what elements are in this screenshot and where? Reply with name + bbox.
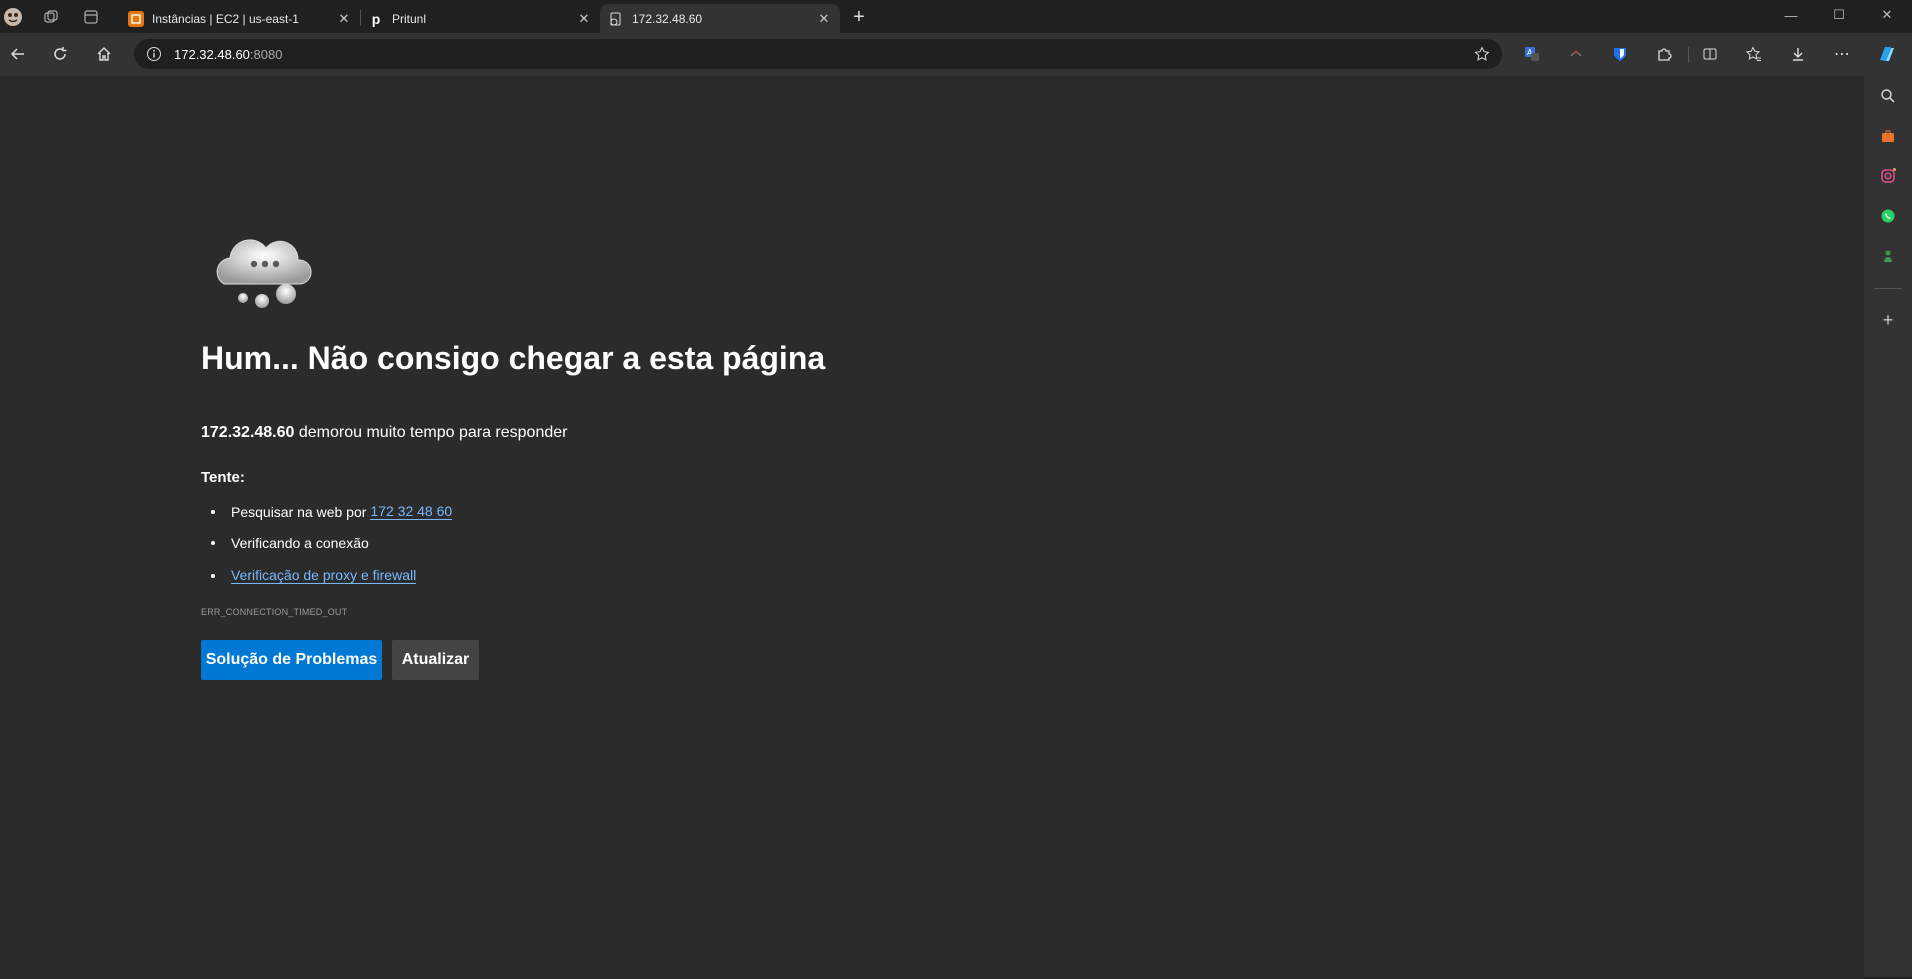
error-page-icon — [608, 11, 624, 27]
copilot-icon[interactable] — [1870, 38, 1902, 70]
tab-actions-icon[interactable] — [80, 6, 102, 28]
bullet — [211, 509, 215, 514]
title-bar: Instâncias | EC2 | us-east-1 ✕ p Pritunl… — [0, 0, 1912, 33]
error-host: 172.32.48.60 — [201, 424, 295, 441]
info-icon[interactable] — [146, 46, 162, 62]
favorite-star-icon[interactable] — [1474, 46, 1490, 62]
sidebar-divider — [1874, 288, 1902, 289]
suggestion-search: Pesquisar na web por 172 32 48 60 — [211, 503, 453, 520]
more-options-icon[interactable]: ⋯ — [1826, 38, 1858, 70]
toolbar: 172.32.48.60:8080 A ⋯ — [0, 33, 1912, 74]
search-link[interactable]: 172 32 48 60 — [370, 503, 453, 520]
suggestion-text: Pesquisar na web por — [231, 503, 367, 520]
error-message: demorou muito tempo para responder — [294, 424, 568, 441]
troubleshoot-button[interactable]: Solução de Problemas — [201, 640, 382, 680]
close-tab-icon[interactable]: ✕ — [814, 11, 834, 27]
favorites-icon[interactable] — [1738, 38, 1770, 70]
workspaces-icon[interactable] — [40, 6, 62, 28]
error-title: Hum... Não consigo chegar a esta página — [201, 340, 826, 376]
tools-briefcase-icon[interactable] — [1876, 124, 1900, 148]
translate-icon[interactable]: A — [1516, 38, 1548, 70]
error-code: ERR_CONNECTION_TIMED_OUT — [201, 607, 348, 617]
proxy-firewall-link[interactable]: Verificação de proxy e firewall — [231, 567, 417, 584]
close-tab-icon[interactable]: ✕ — [574, 11, 594, 27]
maximize-icon[interactable]: ☐ — [1816, 0, 1862, 30]
add-sidebar-app-icon[interactable]: + — [1876, 308, 1900, 332]
minimize-icon[interactable]: — — [1768, 0, 1814, 30]
error-description: 172.32.48.60 demorou muito tempo para re… — [201, 424, 567, 442]
refresh-button[interactable]: Atualizar — [392, 640, 479, 680]
pritunl-icon: p — [371, 10, 381, 27]
tab-title: 172.32.48.60 — [632, 11, 703, 26]
page-content — [0, 74, 1864, 979]
suggestion-connection: Verificando a conexão — [211, 535, 369, 551]
split-screen-icon[interactable] — [1694, 38, 1726, 70]
close-window-icon[interactable]: ✕ — [1864, 0, 1910, 30]
bitwarden-shield-icon[interactable] — [1604, 38, 1636, 70]
tab-active-error[interactable]: 172.32.48.60 ✕ — [600, 4, 840, 33]
extensions-puzzle-icon[interactable] — [1648, 38, 1680, 70]
address-bar[interactable]: 172.32.48.60:8080 — [134, 39, 1502, 69]
search-icon[interactable] — [1876, 84, 1900, 108]
aws-icon — [128, 10, 144, 27]
new-tab-plus-icon[interactable]: + — [848, 6, 870, 28]
edge-sidebar: + — [1864, 74, 1912, 977]
close-tab-icon[interactable]: ✕ — [334, 11, 354, 27]
url-host: 172.32.48.60 — [174, 46, 250, 62]
tab-pritunl[interactable]: p Pritunl ✕ — [360, 4, 600, 33]
profile-avatar-icon[interactable] — [2, 6, 24, 28]
bullet — [211, 573, 215, 578]
tab-ec2[interactable]: Instâncias | EC2 | us-east-1 ✕ — [120, 4, 360, 33]
app-person-icon[interactable] — [1876, 244, 1900, 268]
tab-title: Pritunl — [392, 11, 427, 26]
refresh-icon[interactable] — [44, 38, 76, 70]
downloads-icon[interactable] — [1782, 38, 1814, 70]
url-port: :8080 — [249, 46, 283, 62]
instagram-icon[interactable] — [1876, 164, 1900, 188]
suggestion-proxy: Verificação de proxy e firewall — [211, 567, 417, 584]
extension-icon[interactable] — [1560, 38, 1592, 70]
whatsapp-icon[interactable] — [1876, 204, 1900, 228]
back-arrow-icon[interactable] — [2, 38, 34, 70]
bullet — [211, 541, 215, 545]
toolbar-divider — [1688, 47, 1689, 63]
home-icon[interactable] — [88, 38, 120, 70]
try-heading: Tente: — [201, 469, 245, 486]
tab-title: Instâncias | EC2 | us-east-1 — [152, 11, 299, 26]
suggestion-text: Verificando a conexão — [231, 535, 369, 551]
cloud-error-icon — [210, 228, 320, 317]
